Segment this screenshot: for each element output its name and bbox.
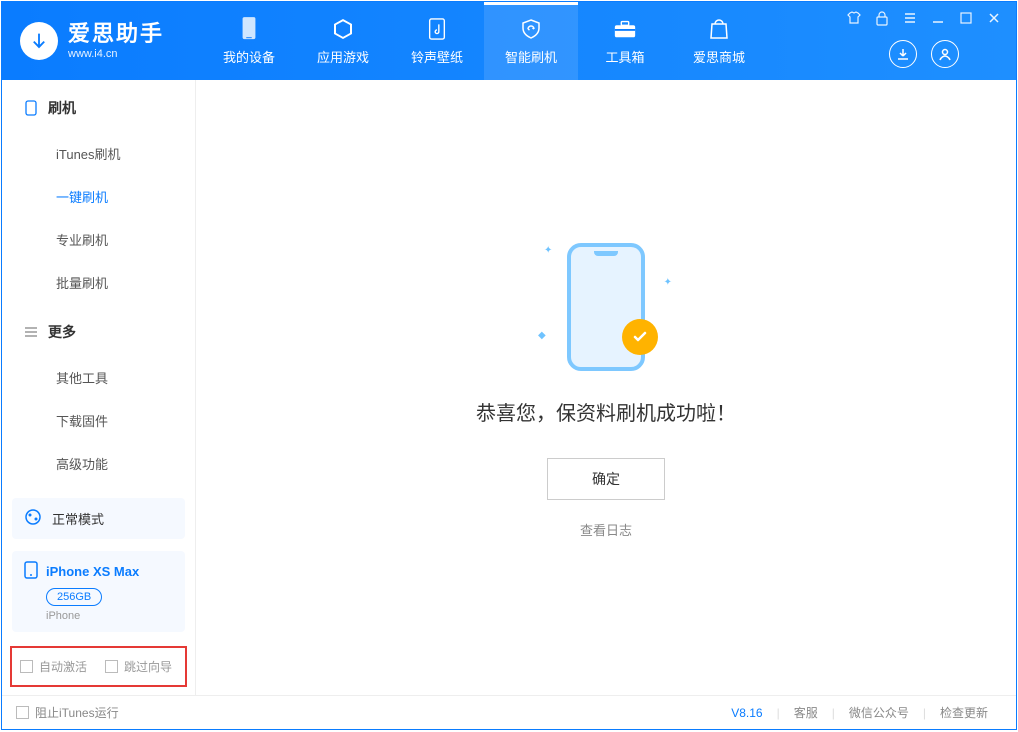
success-illustration: ✦ ✦ ◆ [536, 237, 676, 377]
download-button[interactable] [889, 40, 917, 68]
main-panel: ✦ ✦ ◆ 恭喜您，保资料刷机成功啦！ 确定 查看日志 [196, 80, 1016, 695]
sidebar-item-other-tools[interactable]: 其他工具 [2, 356, 195, 399]
sidebar-item-itunes-flash[interactable]: iTunes刷机 [2, 132, 195, 175]
device-info[interactable]: iPhone XS Max 256GB iPhone [12, 551, 185, 632]
mode-box[interactable]: 正常模式 [12, 498, 185, 539]
app-logo: 爱思助手 www.i4.cn [2, 21, 182, 61]
toolbox-icon [613, 17, 637, 41]
option-block-itunes[interactable]: 阻止iTunes运行 [16, 704, 119, 721]
option-auto-activate[interactable]: 自动激活 [20, 658, 87, 675]
nav-ringtones-wallpapers[interactable]: 铃声壁纸 [390, 2, 484, 80]
nav-tabs: 我的设备 应用游戏 铃声壁纸 智能刷机 工具箱 爱思商城 [202, 2, 766, 80]
music-file-icon [425, 17, 449, 41]
check-badge-icon [622, 319, 658, 355]
cube-icon [331, 17, 355, 41]
sidebar-item-download-firmware[interactable]: 下载固件 [2, 399, 195, 442]
shield-sync-icon [519, 17, 543, 41]
confirm-button[interactable]: 确定 [547, 458, 665, 500]
device-icon [237, 17, 261, 41]
titlebar: 爱思助手 www.i4.cn 我的设备 应用游戏 铃声壁纸 智能刷机 [2, 2, 1016, 80]
checkbox-icon [20, 660, 33, 673]
highlighted-options: 自动激活 跳过向导 [10, 646, 187, 687]
footer-link-support[interactable]: 客服 [780, 704, 832, 721]
app-url: www.i4.cn [68, 48, 164, 61]
nav-toolbox[interactable]: 工具箱 [578, 2, 672, 80]
checkbox-icon [16, 706, 29, 719]
footer: 阻止iTunes运行 V8.16 | 客服 | 微信公众号 | 检查更新 [2, 695, 1016, 729]
user-button[interactable] [931, 40, 959, 68]
more-icon [24, 325, 38, 339]
nav-store[interactable]: 爱思商城 [672, 2, 766, 80]
tshirt-icon[interactable] [846, 10, 862, 26]
device-phone-icon [24, 561, 38, 582]
device-type: iPhone [46, 610, 173, 622]
minimize-button[interactable] [930, 10, 946, 26]
nav-smart-flash[interactable]: 智能刷机 [484, 2, 578, 80]
mode-label: 正常模式 [52, 509, 104, 528]
sidebar-item-advanced[interactable]: 高级功能 [2, 442, 195, 485]
checkbox-icon [105, 660, 118, 673]
sidebar-item-pro-flash[interactable]: 专业刷机 [2, 218, 195, 261]
close-button[interactable] [986, 10, 1002, 26]
success-message: 恭喜您，保资料刷机成功啦！ [476, 397, 736, 426]
device-name-label: iPhone XS Max [46, 564, 139, 579]
footer-link-wechat[interactable]: 微信公众号 [835, 704, 923, 721]
footer-link-update[interactable]: 检查更新 [926, 704, 1002, 721]
maximize-button[interactable] [958, 10, 974, 26]
option-skip-guide[interactable]: 跳过向导 [105, 658, 172, 675]
menu-icon[interactable] [902, 10, 918, 26]
phone-icon [24, 101, 38, 115]
mode-icon [24, 508, 42, 529]
sidebar-section-more: 更多 [2, 304, 195, 356]
device-capacity: 256GB [46, 588, 102, 606]
sidebar-section-flash: 刷机 [2, 80, 195, 132]
nav-apps-games[interactable]: 应用游戏 [296, 2, 390, 80]
window-controls [846, 2, 1016, 80]
logo-icon [20, 22, 58, 60]
sidebar-item-oneclick-flash[interactable]: 一键刷机 [2, 175, 195, 218]
nav-my-device[interactable]: 我的设备 [202, 2, 296, 80]
view-log-link[interactable]: 查看日志 [580, 520, 632, 539]
sidebar: 刷机 iTunes刷机 一键刷机 专业刷机 批量刷机 更多 其他工具 下载固件 … [2, 80, 196, 695]
shopping-bag-icon [707, 17, 731, 41]
app-name: 爱思助手 [68, 21, 164, 47]
sidebar-item-batch-flash[interactable]: 批量刷机 [2, 261, 195, 304]
version-label: V8.16 [731, 706, 762, 720]
lock-icon[interactable] [874, 10, 890, 26]
